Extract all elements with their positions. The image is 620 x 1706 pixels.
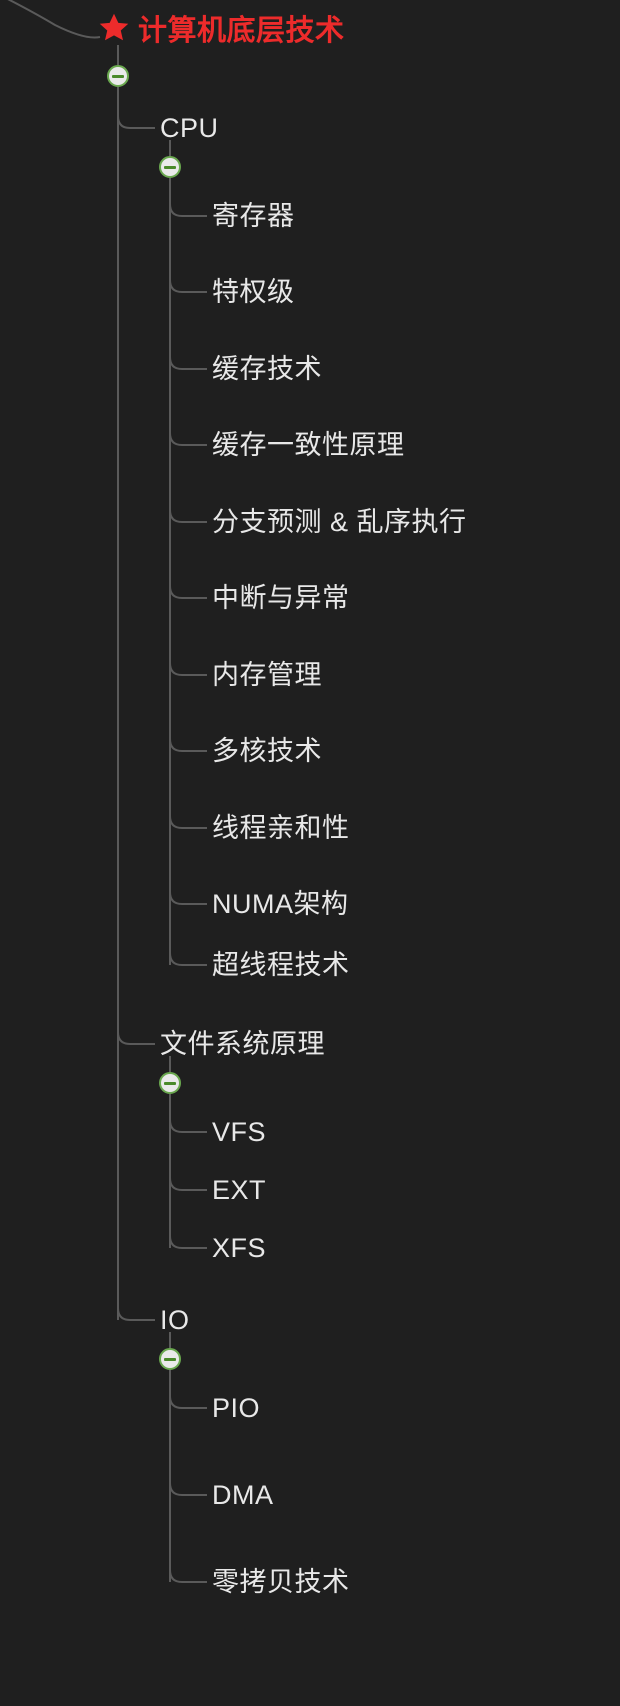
node-cpu-child[interactable]: 缓存技术	[212, 353, 322, 385]
node-cpu-child[interactable]: 线程亲和性	[212, 812, 350, 844]
minus-icon	[164, 1358, 176, 1361]
node-cpu-child[interactable]: 寄存器	[212, 200, 295, 232]
node-fs-child[interactable]: EXT	[212, 1174, 266, 1206]
minus-icon	[164, 1082, 176, 1085]
node-io-child[interactable]: PIO	[212, 1392, 260, 1424]
node-cpu-child[interactable]: NUMA架构	[212, 888, 349, 920]
node-cpu-child[interactable]: 内存管理	[212, 659, 322, 691]
minus-icon	[164, 166, 176, 169]
node-fs-child[interactable]: VFS	[212, 1116, 266, 1148]
node-fs-child[interactable]: XFS	[212, 1232, 266, 1264]
root-node-label[interactable]: 计算机底层技术	[138, 14, 345, 49]
node-cpu-child[interactable]: 超线程技术	[212, 949, 350, 981]
node-cpu-child[interactable]: 缓存一致性原理	[212, 429, 405, 461]
mindmap-canvas: 计算机底层技术 CPU 寄存器 特权级 缓存技术 缓存一致性原理 分支预测 & …	[0, 0, 620, 1706]
minus-icon	[112, 75, 124, 78]
node-io-child[interactable]: 零拷贝技术	[212, 1566, 350, 1598]
collapse-toggle-io[interactable]	[159, 1348, 181, 1370]
collapse-toggle-filesystem[interactable]	[159, 1072, 181, 1094]
star-icon	[96, 10, 132, 46]
node-io[interactable]: IO	[160, 1304, 190, 1336]
node-filesystem[interactable]: 文件系统原理	[160, 1028, 325, 1060]
node-cpu-child[interactable]: 多核技术	[212, 735, 322, 767]
node-cpu-child[interactable]: 分支预测 & 乱序执行	[212, 506, 467, 538]
tree-connectors	[0, 0, 620, 1706]
node-io-child[interactable]: DMA	[212, 1479, 274, 1511]
node-cpu-child[interactable]: 特权级	[212, 276, 295, 308]
node-cpu[interactable]: CPU	[160, 112, 219, 144]
collapse-toggle-cpu[interactable]	[159, 156, 181, 178]
collapse-toggle-root[interactable]	[107, 65, 129, 87]
node-cpu-child[interactable]: 中断与异常	[212, 582, 350, 614]
